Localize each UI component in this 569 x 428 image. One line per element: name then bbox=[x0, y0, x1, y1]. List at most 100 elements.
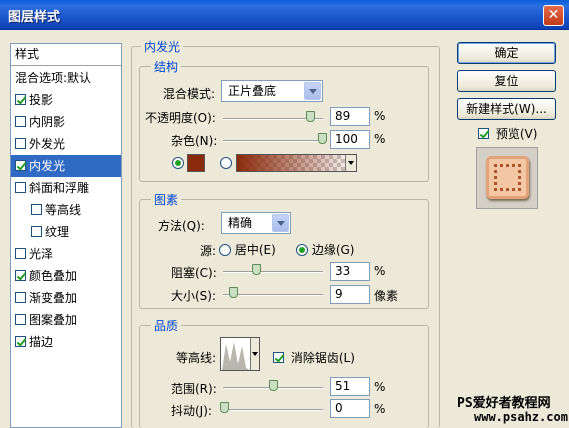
style-checkbox[interactable] bbox=[15, 270, 26, 281]
antialias-label: 消除锯齿(L) bbox=[290, 351, 355, 365]
preview-checkbox[interactable] bbox=[478, 128, 489, 139]
choke-input[interactable]: 33 bbox=[330, 262, 370, 281]
reset-button[interactable]: 复位 bbox=[457, 70, 556, 92]
watermark-title: PS爱好者教程网 bbox=[457, 396, 551, 411]
style-list-item[interactable]: 颜色叠加 bbox=[11, 265, 121, 287]
size-unit: 像素 bbox=[374, 289, 399, 303]
style-checkbox[interactable] bbox=[15, 138, 26, 149]
style-list-item-label: 内阴影 bbox=[29, 115, 66, 129]
style-list-item[interactable]: 渐变叠加 bbox=[11, 287, 121, 309]
style-list-item-label: 描边 bbox=[29, 335, 54, 349]
style-list-item-label: 纹理 bbox=[45, 225, 70, 239]
contour-curve-icon bbox=[222, 342, 250, 370]
style-list-item-label: 内发光 bbox=[29, 159, 66, 173]
preview-label: 预览(V) bbox=[495, 127, 538, 141]
noise-label: 杂色(N): bbox=[171, 134, 218, 148]
style-list-item[interactable]: 描边 bbox=[11, 331, 121, 353]
style-list-item-label: 斜面和浮雕 bbox=[29, 181, 90, 195]
technique-select[interactable]: 精确 bbox=[221, 212, 291, 234]
style-list-item[interactable]: 斜面和浮雕 bbox=[11, 177, 121, 199]
jitter-slider-track[interactable] bbox=[223, 409, 323, 411]
source-edge-label: 边缘(G) bbox=[311, 243, 355, 257]
style-list-item[interactable]: 光泽 bbox=[11, 243, 121, 265]
new-style-button[interactable]: 新建样式(W)... bbox=[457, 98, 556, 120]
preview-swatch bbox=[486, 156, 529, 199]
contour-picker[interactable] bbox=[220, 337, 260, 371]
style-checkbox[interactable] bbox=[15, 314, 26, 325]
style-preview-thumbnail bbox=[476, 147, 538, 209]
contour-label: 等高线: bbox=[176, 351, 217, 365]
style-list-item-label: 光泽 bbox=[29, 247, 54, 261]
noise-unit: % bbox=[374, 132, 386, 146]
style-checkbox[interactable] bbox=[15, 292, 26, 303]
glow-color-swatch[interactable] bbox=[187, 154, 205, 172]
style-checkbox[interactable] bbox=[15, 336, 26, 347]
blend-mode-value: 正片叠底 bbox=[228, 84, 277, 98]
range-input[interactable]: 51 bbox=[330, 377, 370, 396]
technique-value: 精确 bbox=[228, 216, 253, 230]
style-list-item-label: 混合选项:默认 bbox=[15, 71, 92, 85]
choke-slider-track[interactable] bbox=[223, 271, 323, 273]
style-list-header[interactable]: 样式 bbox=[11, 44, 121, 66]
antialias-option[interactable]: 消除锯齿(L) bbox=[273, 349, 355, 366]
style-list-item[interactable]: 等高线 bbox=[11, 199, 121, 221]
opacity-label: 不透明度(O): bbox=[145, 111, 216, 125]
source-label: 源: bbox=[200, 244, 217, 258]
style-list-item[interactable]: 混合选项:默认 bbox=[11, 67, 121, 89]
technique-label: 方法(Q): bbox=[158, 219, 205, 233]
range-slider-thumb[interactable] bbox=[269, 380, 278, 391]
noise-input[interactable]: 100 bbox=[330, 130, 370, 149]
jitter-unit: % bbox=[374, 402, 386, 416]
range-unit: % bbox=[374, 380, 386, 394]
ok-button[interactable]: 确定 bbox=[457, 42, 556, 64]
jitter-label: 抖动(J): bbox=[171, 404, 212, 418]
style-list-item[interactable]: 外发光 bbox=[11, 133, 121, 155]
elements-title: 图素 bbox=[151, 191, 182, 208]
title-bar[interactable]: 图层样式 ✕ bbox=[0, 0, 569, 30]
style-checkbox[interactable] bbox=[31, 226, 42, 237]
color-radio[interactable] bbox=[172, 157, 184, 169]
glow-gradient-picker[interactable] bbox=[236, 154, 357, 172]
style-list-item[interactable]: 图案叠加 bbox=[11, 309, 121, 331]
size-slider-track[interactable] bbox=[223, 294, 323, 296]
style-list-item[interactable]: 内发光 bbox=[11, 155, 121, 177]
jitter-input[interactable]: 0 bbox=[330, 399, 370, 418]
opacity-input[interactable]: 89 bbox=[330, 107, 370, 126]
style-list-item[interactable]: 投影 bbox=[11, 89, 121, 111]
choke-unit: % bbox=[374, 264, 386, 278]
style-checkbox[interactable] bbox=[31, 204, 42, 215]
chevron-down-icon[interactable] bbox=[250, 338, 259, 370]
structure-title: 结构 bbox=[151, 58, 182, 75]
watermark-url: www.psahz.com bbox=[474, 410, 568, 424]
blend-mode-select[interactable]: 正片叠底 bbox=[221, 80, 323, 102]
close-icon[interactable]: ✕ bbox=[543, 5, 564, 26]
size-slider-thumb[interactable] bbox=[229, 287, 238, 298]
source-edge-radio[interactable] bbox=[296, 244, 308, 256]
opacity-slider-thumb[interactable] bbox=[306, 111, 315, 122]
antialias-checkbox[interactable] bbox=[273, 352, 284, 363]
chevron-down-icon[interactable] bbox=[345, 155, 356, 171]
noise-slider-track[interactable] bbox=[223, 140, 323, 142]
chevron-down-icon[interactable] bbox=[304, 82, 321, 100]
jitter-slider-thumb[interactable] bbox=[220, 402, 229, 413]
style-list-item[interactable]: 内阴影 bbox=[11, 111, 121, 133]
style-checkbox[interactable] bbox=[15, 248, 26, 259]
gradient-radio[interactable] bbox=[220, 157, 232, 169]
style-checkbox[interactable] bbox=[15, 182, 26, 193]
quality-title: 品质 bbox=[151, 317, 182, 334]
style-list-item-label: 颜色叠加 bbox=[29, 269, 78, 283]
style-list-item-label: 外发光 bbox=[29, 137, 66, 151]
preview-option[interactable]: 预览(V) bbox=[478, 125, 537, 142]
style-checkbox[interactable] bbox=[15, 116, 26, 127]
source-edge-option[interactable]: 边缘(G) bbox=[296, 241, 355, 258]
choke-slider-thumb[interactable] bbox=[252, 264, 261, 275]
source-center-radio[interactable] bbox=[219, 244, 231, 256]
range-label: 范围(R): bbox=[171, 382, 217, 396]
chevron-down-icon[interactable] bbox=[272, 214, 289, 232]
style-list-item[interactable]: 纹理 bbox=[11, 221, 121, 243]
source-center-option[interactable]: 居中(E) bbox=[219, 241, 276, 258]
noise-slider-thumb[interactable] bbox=[318, 133, 327, 144]
style-checkbox[interactable] bbox=[15, 94, 26, 105]
size-input[interactable]: 9 bbox=[330, 285, 370, 304]
style-checkbox[interactable] bbox=[15, 160, 26, 171]
